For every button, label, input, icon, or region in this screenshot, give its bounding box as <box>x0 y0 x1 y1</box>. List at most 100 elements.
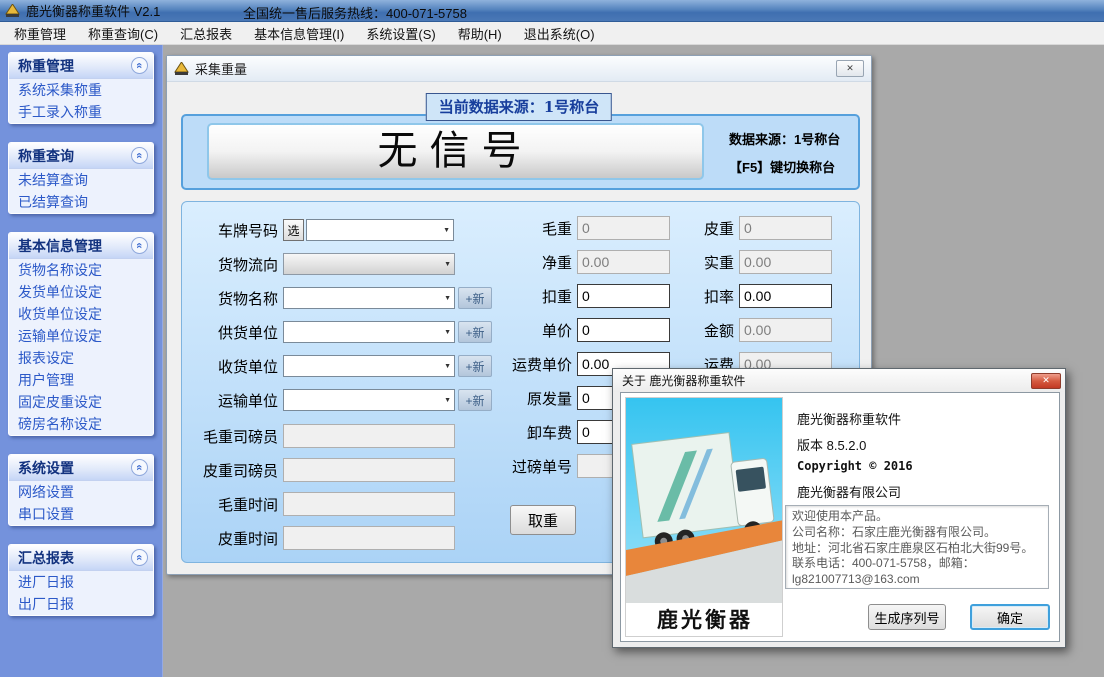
section-title: 汇总报表 <box>18 548 74 568</box>
close-icon[interactable]: ✕ <box>836 60 864 77</box>
tare-weight-field <box>739 216 832 240</box>
section-header-weigh-query[interactable]: 称重查询 « <box>9 143 153 169</box>
supplier-label: 供货单位 <box>190 322 278 343</box>
supplier-combobox[interactable]: ▼ <box>283 321 455 343</box>
company-name: 鹿光衡器有限公司 <box>797 482 901 501</box>
section-title: 系统设置 <box>18 458 74 478</box>
chevron-up-icon[interactable]: « <box>131 237 148 254</box>
window-title-bar: 采集重量 ✕ <box>167 56 871 82</box>
deduct-weight-label: 扣重 <box>432 286 572 307</box>
close-icon[interactable]: ✕ <box>1031 373 1061 389</box>
sidebar-item-network-settings[interactable]: 网络设置 <box>9 481 153 503</box>
net-weight-label: 净重 <box>432 252 572 273</box>
app-title: 鹿光衡器称重软件 V2.1 <box>26 1 160 20</box>
weight-display: 无信号 <box>207 123 704 180</box>
sidebar-item-user-manage[interactable]: 用户管理 <box>9 369 153 391</box>
ok-button[interactable]: 确定 <box>970 604 1050 630</box>
sidebar-item-transporter-setting[interactable]: 运输单位设定 <box>9 325 153 347</box>
chevron-up-icon[interactable]: « <box>131 549 148 566</box>
window-title: 采集重量 <box>195 59 247 78</box>
receiver-combobox[interactable]: ▼ <box>283 355 455 377</box>
gross-operator-label: 毛重司磅员 <box>190 426 278 447</box>
menu-item-exit[interactable]: 退出系统(O) <box>513 22 606 45</box>
menu-item-weigh-manage[interactable]: 称重管理 <box>3 22 77 45</box>
chevron-up-icon[interactable]: « <box>131 147 148 164</box>
sidebar-item-report-setting[interactable]: 报表设定 <box>9 347 153 369</box>
truck-image-caption: 鹿光衡器 <box>626 604 783 634</box>
dialog-title-bar: 关于 鹿光衡器称重软件 ✕ <box>613 369 1065 392</box>
freight-price-label: 运费单价 <box>432 354 572 375</box>
menu-item-basic-info[interactable]: 基本信息管理(I) <box>243 22 355 45</box>
cargo-name-combobox[interactable]: ▼ <box>283 287 455 309</box>
chevron-up-icon[interactable]: « <box>131 459 148 476</box>
gross-operator-field <box>283 424 455 448</box>
gross-weight-label: 毛重 <box>432 218 572 239</box>
version-text: 版本 8.5.2.0 <box>797 435 866 454</box>
sidebar-item-settled-query[interactable]: 已结算查询 <box>9 191 153 213</box>
weigh-ticket-no-label: 过磅单号 <box>432 456 572 477</box>
sidebar-item-unsettled-query[interactable]: 未结算查询 <box>9 169 153 191</box>
sidebar-item-outbound-daily-report[interactable]: 出厂日报 <box>9 593 153 615</box>
sidebar-item-inbound-daily-report[interactable]: 进厂日报 <box>9 571 153 593</box>
service-hotline: 全国统一售后服务热线：400-071-5758 <box>243 3 467 22</box>
generate-serial-button[interactable]: 生成序列号 <box>868 604 946 630</box>
menu-bar: 称重管理 称重查询(C) 汇总报表 基本信息管理(I) 系统设置(S) 帮助(H… <box>0 22 1104 45</box>
tare-time-field <box>283 526 455 550</box>
section-header-basic-info[interactable]: 基本信息管理 « <box>9 233 153 259</box>
sidebar-item-serial-port-settings[interactable]: 串口设置 <box>9 503 153 525</box>
sidebar-section-summary-report: 汇总报表 « 进厂日报 出厂日报 <box>8 544 154 616</box>
menu-item-weigh-query[interactable]: 称重查询(C) <box>77 22 169 45</box>
sidebar-section-weigh-manage: 称重管理 « 系统采集称重 手工录入称重 <box>8 52 154 124</box>
sidebar-item-system-collect-weigh[interactable]: 系统采集称重 <box>9 79 153 101</box>
sidebar-section-basic-info: 基本信息管理 « 货物名称设定 发货单位设定 收货单位设定 运输单位设定 报表设… <box>8 232 154 436</box>
tare-weight-label: 皮重 <box>624 218 734 239</box>
switch-scale-hint: 【F5】键切换称台 <box>729 157 835 176</box>
sidebar-item-manual-entry-weigh[interactable]: 手工录入称重 <box>9 101 153 123</box>
copyright-text: Copyright © 2016 <box>797 459 913 473</box>
product-name: 鹿光衡器称重软件 <box>797 409 901 428</box>
tare-operator-label: 皮重司磅员 <box>190 460 278 481</box>
gross-time-label: 毛重时间 <box>190 494 278 515</box>
unload-fee-label: 卸车费 <box>432 422 572 443</box>
application-screen: 鹿光衡器称重软件 V2.1 全国统一售后服务热线：400-071-5758 称重… <box>0 0 1104 677</box>
actual-weight-label: 实重 <box>624 252 734 273</box>
deduct-rate-field[interactable] <box>739 284 832 308</box>
data-source-label: 数据来源：1号称台 <box>729 129 840 148</box>
section-header-weigh-manage[interactable]: 称重管理 « <box>9 53 153 79</box>
section-header-system-settings[interactable]: 系统设置 « <box>9 455 153 481</box>
app-title-bar: 鹿光衡器称重软件 V2.1 全国统一售后服务热线：400-071-5758 <box>0 0 1104 22</box>
unit-price-label: 单价 <box>432 320 572 341</box>
cargo-direction-label: 货物流向 <box>190 254 278 275</box>
sidebar-item-receiver-setting[interactable]: 收货单位设定 <box>9 303 153 325</box>
cargo-name-label: 货物名称 <box>190 288 278 309</box>
section-title: 基本信息管理 <box>18 236 102 256</box>
amount-label: 金额 <box>624 320 734 341</box>
original-qty-label: 原发量 <box>432 388 572 409</box>
chevron-up-icon[interactable]: « <box>131 57 148 74</box>
tare-operator-field <box>283 458 455 482</box>
truck-image: 鹿光衡器 <box>625 397 783 637</box>
signal-panel: 无信号 数据来源：1号称台 【F5】键切换称台 <box>181 114 860 190</box>
sidebar-item-cargo-name-setting[interactable]: 货物名称设定 <box>9 259 153 281</box>
section-title: 称重查询 <box>18 146 74 166</box>
transporter-combobox[interactable]: ▼ <box>283 389 455 411</box>
menu-item-summary-report[interactable]: 汇总报表 <box>169 22 243 45</box>
sidebar-section-weigh-query: 称重查询 « 未结算查询 已结算查询 <box>8 142 154 214</box>
take-weight-button[interactable]: 取重 <box>510 505 576 535</box>
actual-weight-field <box>739 250 832 274</box>
section-title: 称重管理 <box>18 56 74 76</box>
section-header-summary-report[interactable]: 汇总报表 « <box>9 545 153 571</box>
menu-item-help[interactable]: 帮助(H) <box>447 22 513 45</box>
sidebar-section-system-settings: 系统设置 « 网络设置 串口设置 <box>8 454 154 526</box>
sidebar-item-shipper-setting[interactable]: 发货单位设定 <box>9 281 153 303</box>
cargo-direction-combobox[interactable]: ▼ <box>283 253 455 275</box>
sidebar-item-fixed-tare-setting[interactable]: 固定皮重设定 <box>9 391 153 413</box>
company-info-box: 欢迎使用本产品。 公司名称：石家庄鹿光衡器有限公司。 地址：河北省石家庄鹿泉区石… <box>785 505 1049 589</box>
select-plate-button[interactable]: 选 <box>283 219 304 241</box>
sidebar-item-scale-house-setting[interactable]: 磅房名称设定 <box>9 413 153 435</box>
plate-number-label: 车牌号码 <box>190 220 278 241</box>
menu-item-system-settings[interactable]: 系统设置(S) <box>355 22 446 45</box>
dialog-body: 鹿光衡器 鹿光衡器称重软件 版本 8.5.2.0 Copyright © 201… <box>620 392 1060 642</box>
receiver-label: 收货单位 <box>190 356 278 377</box>
amount-field <box>739 318 832 342</box>
